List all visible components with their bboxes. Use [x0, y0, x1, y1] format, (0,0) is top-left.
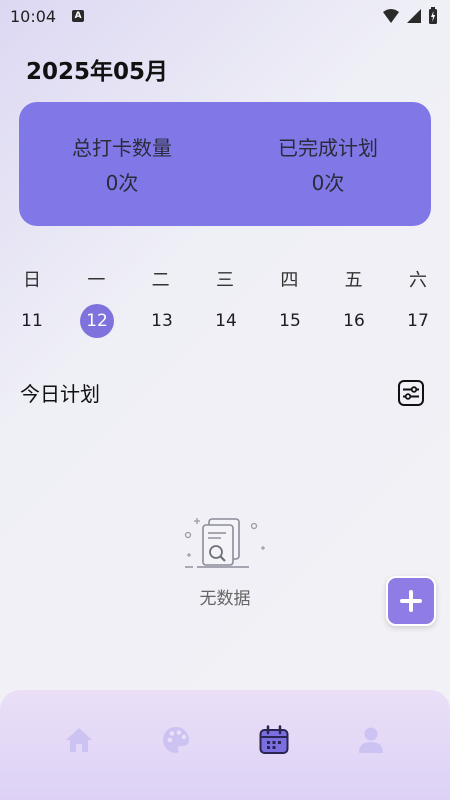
- status-left: 10:04 A: [10, 6, 85, 26]
- calendar-icon: [259, 725, 289, 754]
- person-icon: [359, 727, 384, 753]
- weekday-label: 四: [280, 270, 299, 291]
- calendar-day[interactable]: 17: [402, 305, 434, 337]
- status-right: [382, 7, 438, 25]
- weekday-label: 二: [151, 270, 170, 291]
- battery-charging-icon: [429, 7, 437, 24]
- add-plan-button[interactable]: [386, 576, 436, 626]
- weekday-label: 三: [215, 270, 234, 291]
- stat-checkins: 总打卡数量 0次: [72, 132, 172, 196]
- page-title: 2025年05月: [26, 59, 169, 85]
- weekday-label: 五: [344, 270, 363, 291]
- home-icon: [65, 728, 92, 752]
- calendar-days-row: 11 12 13 14 15 16 17: [0, 304, 450, 338]
- nav-profile[interactable]: [351, 720, 391, 760]
- calendar-day[interactable]: 16: [338, 305, 370, 337]
- app-root: 10:04 A 2025年05月 总打卡数量 0次 已完成计划 0次 日 一 二…: [0, 0, 450, 800]
- stat-completed-label: 已完成计划: [278, 136, 378, 160]
- status-time: 10:04: [10, 6, 57, 26]
- filter-icon: [403, 386, 419, 400]
- weekday-label: 一: [87, 270, 106, 291]
- stat-checkins-label: 总打卡数量: [72, 136, 172, 160]
- weekday-label: 六: [408, 270, 427, 291]
- stats-card: 总打卡数量 0次 已完成计划 0次: [19, 102, 431, 226]
- today-plan-title: 今日计划: [20, 382, 100, 406]
- weekday-label: 日: [23, 270, 41, 291]
- accessibility-badge-icon: A: [72, 10, 85, 22]
- nav-home[interactable]: [59, 720, 99, 760]
- empty-state-icon: [184, 518, 265, 568]
- wifi-icon: [383, 9, 399, 23]
- nav-palette[interactable]: [156, 720, 196, 760]
- stat-completed-value: 0次: [311, 171, 345, 195]
- calendar-day[interactable]: 11: [16, 305, 48, 337]
- nav-calendar[interactable]: [254, 720, 294, 760]
- plus-icon: [400, 590, 422, 612]
- stat-checkins-value: 0次: [105, 171, 139, 195]
- calendar-day[interactable]: 13: [146, 305, 178, 337]
- weekday-header: 日 一 二 三 四 五 六: [0, 266, 450, 292]
- status-bar: 10:04 A: [0, 0, 450, 32]
- calendar-day-selected[interactable]: 12: [80, 304, 114, 338]
- calendar-day[interactable]: 15: [274, 305, 306, 337]
- cell-signal-icon: [407, 9, 421, 23]
- empty-state-text: 无数据: [199, 589, 251, 609]
- palette-icon: [163, 727, 190, 753]
- filter-button[interactable]: [398, 380, 424, 406]
- calendar-day[interactable]: 14: [210, 305, 242, 337]
- stat-completed: 已完成计划 0次: [278, 132, 378, 196]
- bottom-nav: [0, 690, 450, 800]
